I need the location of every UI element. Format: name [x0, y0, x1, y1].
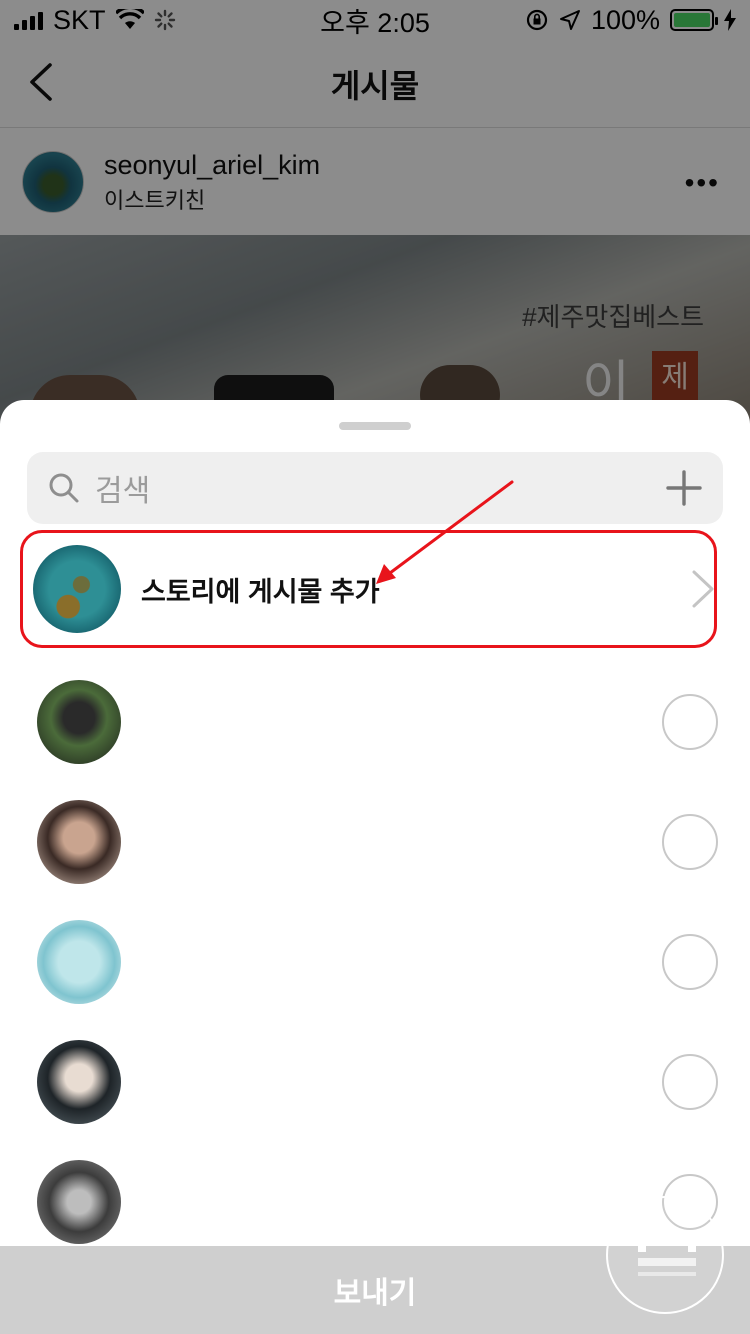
- contact-row[interactable]: [0, 902, 750, 1022]
- search-icon: [49, 473, 79, 503]
- avatar: [37, 920, 121, 1004]
- avatar: [37, 1160, 121, 1244]
- avatar: [37, 680, 121, 764]
- chevron-right-icon: [692, 570, 714, 608]
- plus-icon[interactable]: [665, 469, 703, 507]
- sheet-grabber[interactable]: [339, 422, 411, 430]
- select-radio[interactable]: [662, 934, 718, 990]
- select-radio[interactable]: [662, 694, 718, 750]
- select-radio[interactable]: [662, 1054, 718, 1110]
- share-sheet: 검색 스토리에 게시물 추가: [0, 400, 750, 1334]
- search-bar[interactable]: 검색: [27, 452, 723, 524]
- select-radio[interactable]: [662, 814, 718, 870]
- contact-row[interactable]: [0, 662, 750, 782]
- contact-list: [0, 662, 750, 1262]
- story-avatar: [33, 545, 121, 633]
- search-input[interactable]: 검색: [95, 466, 665, 510]
- add-to-story-row[interactable]: 스토리에 게시물 추가: [20, 530, 717, 648]
- contact-row[interactable]: [0, 782, 750, 902]
- send-button-label: 보내기: [333, 1277, 417, 1310]
- contact-row[interactable]: [0, 1022, 750, 1142]
- watermark-logo: [606, 1196, 724, 1314]
- avatar: [37, 1040, 121, 1124]
- dumbbell-icon: [638, 1234, 696, 1276]
- add-to-story-label: 스토리에 게시물 추가: [141, 576, 380, 607]
- avatar: [37, 800, 121, 884]
